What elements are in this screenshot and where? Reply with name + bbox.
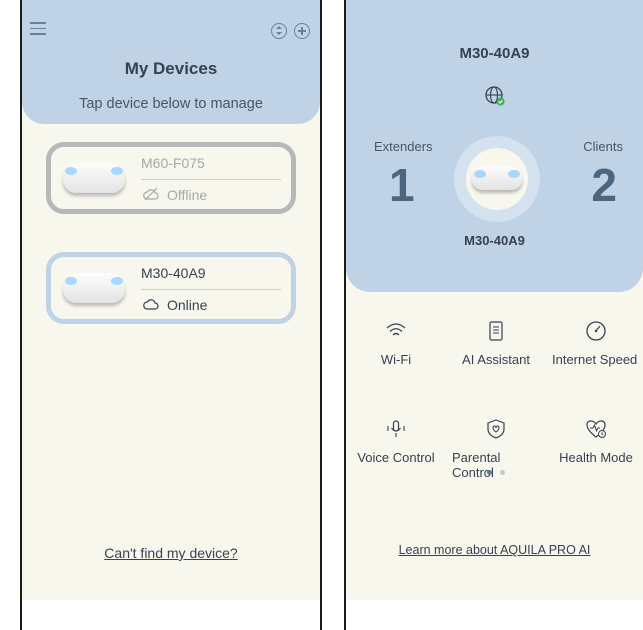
feature-label: Internet Speed — [552, 352, 638, 367]
cloud-online-icon — [143, 299, 159, 310]
router-image — [63, 163, 125, 197]
my-devices-screen: My Devices Tap device below to manage M6… — [20, 0, 322, 630]
my-devices-header: My Devices Tap device below to manage — [22, 0, 320, 124]
device-status: Offline — [167, 187, 208, 203]
cloud-offline-icon — [143, 187, 159, 201]
clients-label: Clients — [583, 139, 623, 154]
main-device-circle[interactable] — [454, 136, 540, 222]
device-card-m60-f075[interactable]: M60-F075 Offline — [46, 142, 296, 214]
divider — [141, 179, 281, 180]
main-device-name: M30-40A9 — [464, 233, 525, 248]
wifi-icon — [386, 323, 406, 336]
extenders-count[interactable]: 1 — [389, 158, 415, 212]
page-dot-active[interactable] — [487, 470, 492, 475]
device-card-m30-40a9[interactable]: M30-40A9 Online — [46, 252, 296, 324]
speed-gauge-icon — [586, 321, 606, 341]
clients-count[interactable]: 2 — [591, 158, 617, 212]
device-dashboard-screen: M30-40A9 Extenders 1 Clients 2 M30-40A9 … — [344, 0, 643, 630]
router-image — [63, 273, 125, 307]
extenders-label: Extenders — [374, 139, 433, 154]
router-image — [472, 166, 522, 194]
menu-icon[interactable] — [30, 22, 46, 35]
internet-globe-icon[interactable] — [484, 85, 506, 107]
feature-label: Voice Control — [357, 450, 435, 465]
feature-label: Wi-Fi — [380, 352, 412, 367]
bottom-area — [346, 600, 643, 630]
feature-voice-control[interactable]: Voice Control — [350, 418, 442, 465]
page-title: My Devices — [124, 59, 218, 78]
health-heart-icon — [586, 420, 606, 438]
feature-label: Health Mode — [559, 450, 633, 465]
add-device-icon[interactable] — [294, 23, 310, 39]
feature-wifi[interactable]: Wi-Fi — [350, 320, 442, 367]
feature-ai-assistant[interactable]: AI Assistant — [450, 320, 542, 367]
page-dot[interactable] — [500, 470, 505, 475]
page-subtitle: Tap device below to manage — [79, 96, 263, 112]
feature-label: AI Assistant — [462, 352, 530, 367]
learn-more-link[interactable]: Learn more about AQUILA PRO AI — [346, 543, 643, 557]
device-status: Online — [167, 297, 208, 313]
cant-find-device-link[interactable]: Can't find my device? — [22, 545, 320, 561]
device-name: M30-40A9 — [141, 265, 206, 281]
parental-shield-icon — [487, 419, 505, 439]
divider — [141, 289, 281, 290]
device-name: M60-F075 — [141, 155, 205, 171]
feature-health-mode[interactable]: Health Mode — [546, 418, 643, 465]
page-indicator — [483, 462, 509, 480]
voice-control-icon — [387, 420, 405, 437]
sort-icon[interactable] — [271, 23, 287, 39]
bottom-area — [22, 600, 320, 630]
ai-assistant-icon — [489, 321, 503, 341]
dashboard-header: M30-40A9 Extenders 1 Clients 2 M30-40A9 — [346, 0, 643, 292]
device-title: M30-40A9 — [459, 45, 530, 62]
feature-internet-speed[interactable]: Internet Speed — [550, 320, 642, 367]
